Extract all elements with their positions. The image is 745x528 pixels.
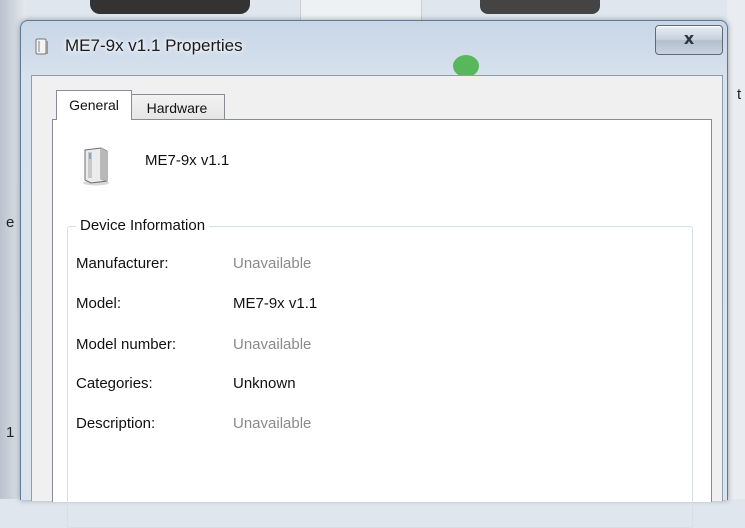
device-name: ME7-9x v1.1: [145, 152, 230, 169]
info-row-categories: Categories: Unknown: [76, 375, 676, 397]
device-icon: [35, 38, 48, 55]
desktop-edge-right: [727, 0, 745, 499]
background-window: [90, 0, 250, 14]
background-text: t: [737, 86, 742, 103]
field-label: Manufacturer:: [76, 255, 169, 272]
tab-hardware[interactable]: Hardware: [130, 94, 225, 121]
group-heading: Device Information: [76, 217, 210, 234]
info-row-manufacturer: Manufacturer: Unavailable: [76, 255, 676, 277]
tab-general[interactable]: General: [56, 90, 132, 120]
field-value: Unknown: [233, 375, 296, 392]
window-title: ME7-9x v1.1 Properties: [65, 36, 243, 55]
dialog-client-area: General Hardware ME7-9x v1.1 Device Info…: [31, 75, 723, 528]
title-bar[interactable]: ME7-9x v1.1 Properties: [21, 21, 727, 69]
close-button[interactable]: x: [655, 25, 723, 55]
close-icon: x: [683, 29, 695, 48]
field-value: Unavailable: [233, 336, 312, 353]
field-value: ME7-9x v1.1: [233, 295, 318, 312]
background-blob: [453, 55, 479, 77]
field-label: Description:: [76, 415, 156, 432]
info-row-description: Description: Unavailable: [76, 415, 676, 437]
properties-window: ME7-9x v1.1 Properties x General Hardwar…: [20, 20, 728, 528]
tab-label: General: [69, 97, 119, 113]
background-window: [480, 0, 600, 14]
device-information-group: Device Information Manufacturer: Unavail…: [67, 217, 693, 528]
field-label: Model number:: [76, 336, 177, 353]
field-value: Unavailable: [233, 255, 312, 272]
tab-label: Hardware: [146, 100, 208, 116]
info-row-model-number: Model number: Unavailable: [76, 336, 676, 358]
device-icon: [83, 147, 109, 186]
info-row-model: Model: ME7-9x v1.1: [76, 295, 676, 317]
field-value: Unavailable: [233, 415, 312, 432]
general-tab-page: ME7-9x v1.1 Device Information Manufactu…: [52, 119, 712, 528]
background-text: 1: [6, 424, 15, 441]
field-label: Categories:: [76, 375, 153, 392]
field-label: Model:: [76, 295, 122, 312]
background-text: e: [6, 214, 15, 231]
